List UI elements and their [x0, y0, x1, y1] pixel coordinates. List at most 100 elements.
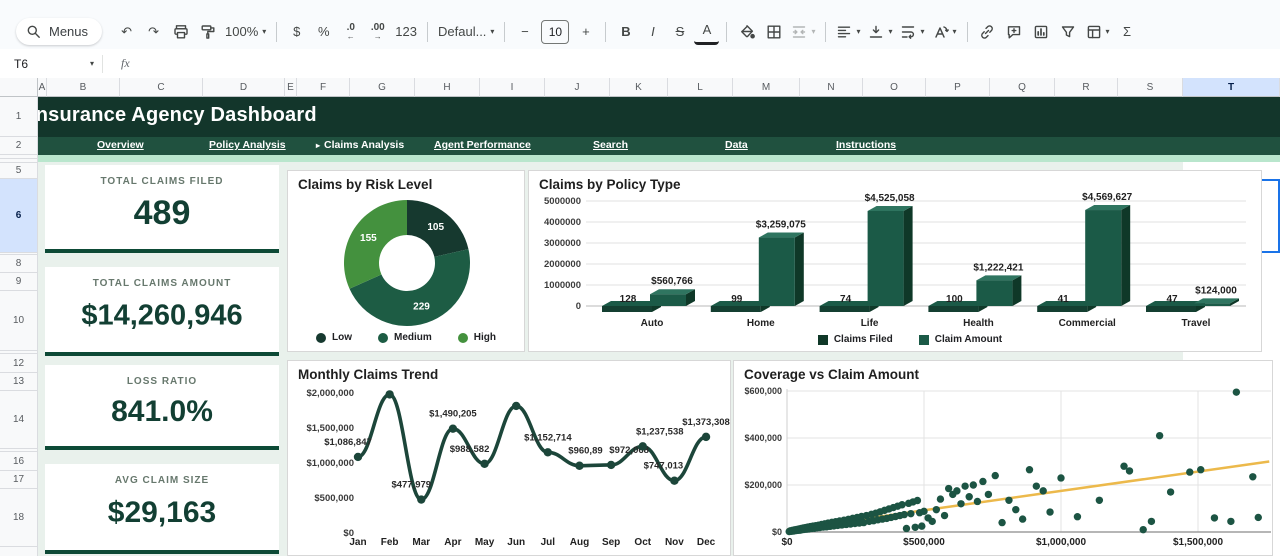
column-header-B[interactable]: B: [47, 78, 120, 97]
svg-text:Mar: Mar: [412, 537, 430, 548]
undo-button[interactable]: ↶: [114, 19, 139, 45]
column-header-P[interactable]: P: [926, 78, 990, 97]
kpi-card-avg-claim-size[interactable]: AVG CLAIM SIZE $29,163: [45, 464, 279, 554]
row-header-6[interactable]: 6: [0, 179, 38, 253]
increase-decimal-places-button[interactable]: .00 →: [365, 19, 390, 45]
paint-format-button[interactable]: [195, 19, 220, 45]
nav-link-agent-performance[interactable]: Agent Performance: [434, 139, 531, 151]
row-header-12[interactable]: 12: [0, 354, 38, 373]
svg-text:$1,222,421: $1,222,421: [973, 262, 1023, 273]
column-header-F[interactable]: F: [297, 78, 350, 97]
row-header-13[interactable]: 13: [0, 373, 38, 391]
chart-claims-by-policy-type[interactable]: Claims by Policy Type 0 1000000 2000000 300…: [528, 170, 1262, 352]
insert-chart-button[interactable]: [1029, 19, 1054, 45]
row-header-18[interactable]: 18: [0, 489, 38, 547]
more-formats-button[interactable]: 123: [392, 19, 420, 45]
vertical-align-button[interactable]: ▾: [865, 19, 895, 45]
chart-claims-by-risk-level[interactable]: Claims by Risk Level 105 229 155 Low Medium…: [287, 170, 525, 352]
row-header-5[interactable]: 5: [0, 163, 38, 179]
fx-icon[interactable]: fx: [121, 56, 130, 71]
chart-monthly-claims-trend[interactable]: Monthly Claims Trend $0 $500,000 $1,000,00…: [287, 360, 731, 556]
svg-text:$477,979: $477,979: [391, 480, 431, 491]
decrease-font-size-button[interactable]: −: [512, 19, 537, 45]
redo-button[interactable]: ↷: [141, 19, 166, 45]
kpi-card-loss-ratio[interactable]: LOSS RATIO 841.0%: [45, 365, 279, 450]
legend-item: Claim Amount: [918, 334, 1002, 345]
column-header-Q[interactable]: Q: [990, 78, 1055, 97]
fill-color-button[interactable]: [734, 19, 759, 45]
insert-comment-button[interactable]: [1002, 19, 1027, 45]
column-header-L[interactable]: L: [668, 78, 733, 97]
format-as-percent-button[interactable]: %: [311, 19, 336, 45]
table-button[interactable]: ▾: [1083, 19, 1113, 45]
row-header-9[interactable]: 9: [0, 273, 38, 291]
chart-coverage-vs-claim-amount[interactable]: Coverage vs Claim Amount $0 $200,000 $400,…: [733, 360, 1273, 556]
chart-legend: Claims Filed Claim Amount: [544, 334, 1276, 345]
column-header-T[interactable]: T: [1183, 78, 1280, 97]
font-size-button[interactable]: 10: [541, 19, 570, 44]
row-header-16[interactable]: 16: [0, 452, 38, 471]
nav-link-instructions[interactable]: Instructions: [836, 139, 896, 151]
borders-button[interactable]: [761, 19, 786, 45]
zoom-button[interactable]: 100% ▾: [222, 19, 269, 45]
kpi-card-total-claims-amount[interactable]: TOTAL CLAIMS AMOUNT $14,260,946: [45, 267, 279, 356]
nav-link-search[interactable]: Search: [593, 139, 628, 151]
row-header-19[interactable]: 19: [0, 547, 38, 556]
nav-link-policy-analysis[interactable]: Policy Analysis: [209, 139, 286, 151]
merge-cells-button[interactable]: ▾: [788, 19, 818, 45]
column-header-N[interactable]: N: [800, 78, 863, 97]
bold-button[interactable]: B: [613, 19, 638, 45]
text-color-button[interactable]: A: [694, 19, 720, 45]
column-header-H[interactable]: H: [415, 78, 480, 97]
insert-link-button[interactable]: [975, 19, 1000, 45]
nav-link-data[interactable]: Data: [725, 139, 748, 151]
column-header-S[interactable]: S: [1118, 78, 1183, 97]
sheet-canvas[interactable]: Insurance Agency Dashboard Overview Polic…: [38, 97, 1280, 556]
svg-text:$400,000: $400,000: [744, 433, 782, 443]
svg-text:$1,373,308: $1,373,308: [682, 417, 730, 428]
row-header-8[interactable]: 8: [0, 255, 38, 273]
column-header-I[interactable]: I: [480, 78, 545, 97]
svg-text:$1,500,000: $1,500,000: [306, 423, 354, 434]
increase-font-size-button[interactable]: +: [573, 19, 598, 45]
format-as-currency-button[interactable]: $: [284, 19, 309, 45]
column-header-C[interactable]: C: [120, 78, 203, 97]
italic-button[interactable]: I: [640, 19, 665, 45]
nav-link-claims-analysis[interactable]: ▸ Claims Analysis: [316, 139, 404, 151]
row-header-14[interactable]: 14: [0, 391, 38, 449]
svg-text:4000000: 4000000: [544, 217, 581, 228]
column-header-K[interactable]: K: [610, 78, 668, 97]
select-all-corner[interactable]: [0, 78, 38, 97]
column-header-D[interactable]: D: [203, 78, 285, 97]
svg-text:2000000: 2000000: [544, 259, 581, 270]
column-header-E[interactable]: E: [285, 78, 297, 97]
kpi-card-total-claims-filed[interactable]: TOTAL CLAIMS FILED 489: [45, 165, 279, 253]
text-wrap-button[interactable]: ▾: [897, 19, 927, 45]
font-button[interactable]: Defaul... ▾: [435, 19, 497, 45]
chevron-down-icon[interactable]: ▾: [90, 59, 94, 68]
kpi-value: 489: [133, 194, 191, 233]
svg-text:Health: Health: [963, 318, 994, 329]
text-rotation-button[interactable]: ▾: [930, 19, 960, 45]
decrease-decimal-places-button[interactable]: .0 ←: [338, 19, 363, 45]
functions-button[interactable]: Σ: [1115, 19, 1140, 45]
row-headers: 1256891012131416171819: [0, 97, 38, 556]
column-header-J[interactable]: J: [545, 78, 610, 97]
row-header-17[interactable]: 17: [0, 471, 38, 489]
row-header-2[interactable]: 2: [0, 137, 38, 155]
column-header-A[interactable]: A: [38, 78, 47, 97]
column-header-R[interactable]: R: [1055, 78, 1118, 97]
column-header-M[interactable]: M: [733, 78, 800, 97]
strikethrough-button[interactable]: S: [667, 19, 692, 45]
column-header-O[interactable]: O: [863, 78, 926, 97]
column-header-G[interactable]: G: [350, 78, 415, 97]
row-header-10[interactable]: 10: [0, 291, 38, 351]
menus-button[interactable]: Menus: [16, 18, 103, 45]
svg-text:$124,000: $124,000: [1195, 285, 1237, 296]
create-filter-button[interactable]: [1056, 19, 1081, 45]
nav-link-overview[interactable]: Overview: [97, 139, 144, 151]
name-box[interactable]: T6 ▾: [0, 57, 102, 71]
row-header-1[interactable]: 1: [0, 97, 38, 137]
print-button[interactable]: [168, 19, 193, 45]
horizontal-align-button[interactable]: ▾: [833, 19, 863, 45]
